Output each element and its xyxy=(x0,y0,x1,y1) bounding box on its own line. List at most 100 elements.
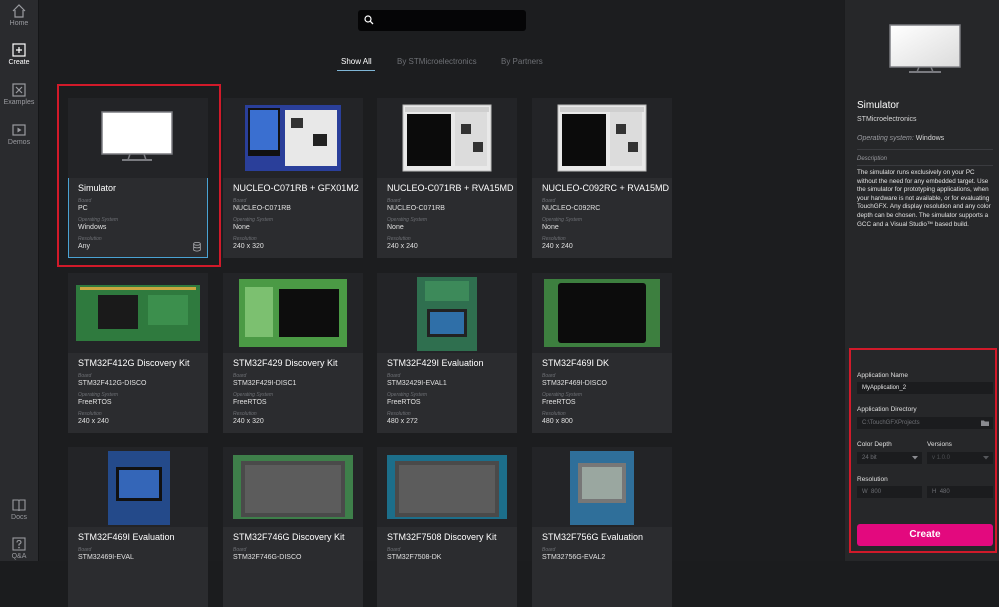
board-image xyxy=(532,447,672,527)
resolution-field-value: 240 x 240 xyxy=(387,243,418,250)
board-image xyxy=(377,273,517,353)
board-card[interactable]: STM32F412G Discovery Kit Board STM32F412G-… xyxy=(68,273,208,433)
board-card-title: STM32F412G Discovery Kit xyxy=(78,358,190,368)
resolution-field-label: Resolution xyxy=(542,236,566,242)
tab-show-all[interactable]: Show All xyxy=(341,57,372,66)
monitor-icon xyxy=(889,24,961,73)
board-card[interactable]: STM32F469I Evaluation Board STM32469I-EVAL xyxy=(68,447,208,607)
panel-vendor: STMicroelectronics xyxy=(857,116,917,123)
create-icon xyxy=(12,43,26,57)
board-field-label: Board xyxy=(387,547,401,553)
nav-examples[interactable]: Examples xyxy=(0,82,38,106)
board-field-label: Board xyxy=(542,547,556,553)
book-icon xyxy=(12,499,26,512)
nav-examples-label: Examples xyxy=(3,99,35,106)
board-field-label: Board xyxy=(387,373,401,379)
board-card[interactable]: NUCLEO-C092RC + RVA15MD Board NUCLEO-C092R… xyxy=(532,98,672,258)
color-depth-value: 24 bit xyxy=(862,455,877,461)
board-image xyxy=(532,98,672,178)
panel-description-label: Description xyxy=(857,156,888,162)
os-field-value: FreeRTOS xyxy=(233,399,267,406)
versions-label: Versions xyxy=(927,441,952,448)
resolution-field-label: Resolution xyxy=(78,411,102,417)
nav-create[interactable]: Create xyxy=(0,42,38,66)
os-field-label: Operating System xyxy=(233,217,274,223)
resolution-field-label: Resolution xyxy=(233,236,257,242)
play-icon xyxy=(12,124,26,136)
board-field-value: NUCLEO-C092RC xyxy=(542,205,601,212)
width-value: 800 xyxy=(871,489,882,495)
home-icon xyxy=(12,4,26,18)
width-input[interactable]: W 800 xyxy=(857,486,922,498)
resolution-field-label: Resolution xyxy=(387,236,411,242)
os-field-label: Operating System xyxy=(542,217,583,223)
nav-home-label: Home xyxy=(9,20,29,27)
board-image xyxy=(68,447,208,527)
panel-description: The simulator runs exclusively on your P… xyxy=(857,169,991,228)
create-button[interactable]: Create xyxy=(857,524,993,546)
versions-select[interactable]: v 1.0.0 xyxy=(927,452,993,464)
panel-title: Simulator xyxy=(857,100,900,111)
nav-demos-label: Demos xyxy=(7,139,31,146)
board-card[interactable]: STM32F429 Discovery Kit Board STM32F429I-D… xyxy=(223,273,363,433)
board-card[interactable]: NUCLEO-C071RB + RVA15MD Board NUCLEO-C071R… xyxy=(377,98,517,258)
board-card-title: NUCLEO-C092RC + RVA15MD xyxy=(542,183,669,193)
height-prefix: H xyxy=(932,489,937,495)
resolution-field-value: 480 x 800 xyxy=(542,418,573,425)
board-field-value: STM32F7508-DK xyxy=(387,554,442,561)
resolution-field-label: Resolution xyxy=(233,411,257,417)
nav-home[interactable]: Home xyxy=(0,3,38,27)
nav-create-label: Create xyxy=(8,59,30,66)
panel-os-label: Operating system: xyxy=(857,135,914,142)
versions-value: v 1.0.0 xyxy=(932,455,951,461)
app-dir-input[interactable]: C:\TouchGFXProjects xyxy=(857,417,993,429)
board-card[interactable]: STM32F7508 Discovery Kit Board STM32F7508-… xyxy=(377,447,517,607)
board-field-label: Board xyxy=(542,198,556,204)
nav-demos[interactable]: Demos xyxy=(0,122,38,146)
board-field-value: STM32469I-EVAL xyxy=(78,554,134,561)
color-depth-select[interactable]: 24 bit xyxy=(857,452,922,464)
board-field-value: STM32F429I-DISC1 xyxy=(233,380,297,387)
board-field-label: Board xyxy=(78,373,92,379)
nav-docs-label: Docs xyxy=(11,514,27,521)
highlight-simulator xyxy=(57,84,221,267)
board-image xyxy=(223,98,363,178)
board-field-label: Board xyxy=(233,373,247,379)
resolution-field-value: 240 x 320 xyxy=(233,418,264,425)
question-icon xyxy=(12,537,26,551)
resolution-field-label: Resolution xyxy=(387,411,411,417)
nav-docs[interactable]: Docs xyxy=(0,497,38,521)
board-card[interactable]: STM32F429I Evaluation Board STM32429I-EVAL… xyxy=(377,273,517,433)
board-image xyxy=(223,447,363,527)
board-card-title: STM32F746G Discovery Kit xyxy=(233,532,345,542)
board-card[interactable]: STM32F469I DK Board STM32F469I-DISCO Operat… xyxy=(532,273,672,433)
resolution-field-label: Resolution xyxy=(542,411,566,417)
board-field-label: Board xyxy=(78,547,92,553)
board-card-title: STM32F7508 Discovery Kit xyxy=(387,532,497,542)
board-field-value: STM32429I-EVAL1 xyxy=(387,380,447,387)
examples-icon xyxy=(12,83,26,97)
nav-qa[interactable]: Q&A xyxy=(0,536,38,560)
board-card-title: STM32F469I DK xyxy=(542,358,610,368)
board-field-value: NUCLEO-C071RB xyxy=(387,205,445,212)
height-input[interactable]: H 480 xyxy=(927,486,993,498)
board-card-title: STM32F756G Evaluation xyxy=(542,532,644,542)
search-input[interactable] xyxy=(358,10,526,31)
color-depth-label: Color Depth xyxy=(857,441,892,448)
board-field-label: Board xyxy=(387,198,401,204)
os-field-label: Operating System xyxy=(233,392,274,398)
board-card[interactable]: STM32F756G Evaluation Board STM32756G-EVAL… xyxy=(532,447,672,607)
board-card[interactable]: STM32F746G Discovery Kit Board STM32F746G-… xyxy=(223,447,363,607)
panel-os: Operating system: Windows xyxy=(857,135,944,142)
app-name-input[interactable]: MyApplication_2 xyxy=(857,382,993,394)
os-field-value: FreeRTOS xyxy=(78,399,112,406)
board-image xyxy=(377,447,517,527)
board-image xyxy=(68,273,208,353)
tab-by-st[interactable]: By STMicroelectronics xyxy=(397,57,477,66)
board-field-value: STM32F746G-DISCO xyxy=(233,554,302,561)
folder-icon[interactable] xyxy=(981,420,989,426)
os-field-value: None xyxy=(387,224,404,231)
board-card[interactable]: NUCLEO-C071RB + GFX01M2 Board NUCLEO-C071R… xyxy=(223,98,363,258)
tab-by-partners[interactable]: By Partners xyxy=(501,57,543,66)
os-field-value: None xyxy=(233,224,250,231)
